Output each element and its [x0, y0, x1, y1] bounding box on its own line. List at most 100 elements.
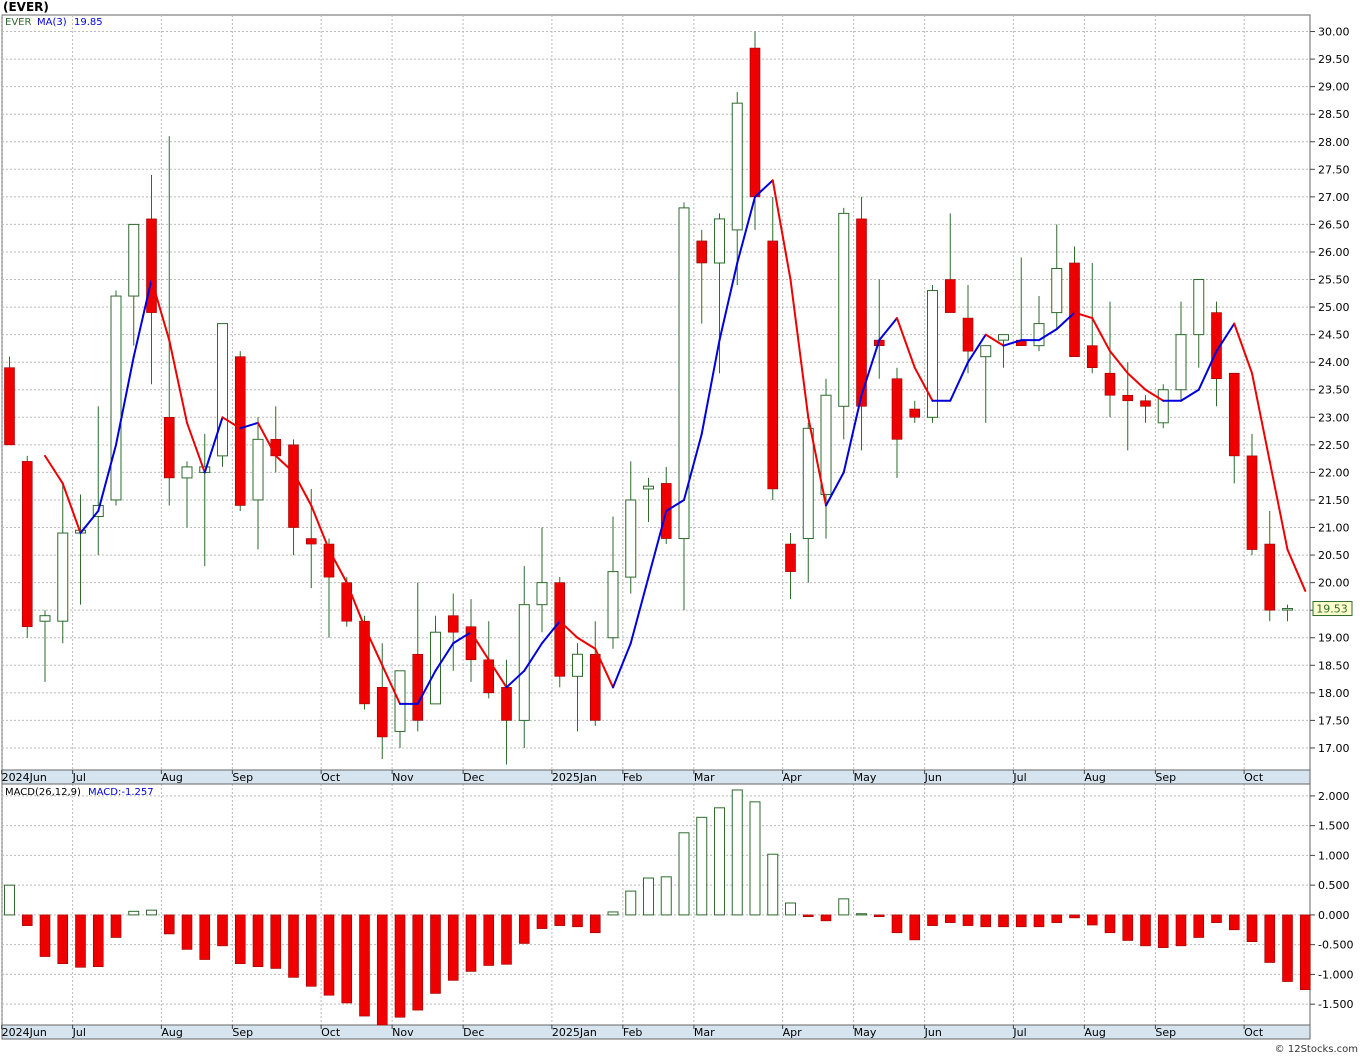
price-y-tick-label: 30.00	[1318, 26, 1350, 39]
macd-bar-positive	[856, 913, 867, 916]
macd-bar-negative	[199, 914, 211, 960]
price-x-tick-label: Aug	[1084, 771, 1105, 784]
candle	[927, 285, 938, 423]
macd-bar-positive	[749, 801, 761, 916]
candle-body-down	[1104, 372, 1116, 396]
legend-symbol: EVER	[5, 17, 31, 28]
candle-body-up	[1157, 389, 1169, 424]
macd-bar-negative	[1015, 914, 1027, 928]
macd-x-tick-label: Oct	[1244, 1026, 1264, 1039]
price-y-tick-label: 26.50	[1318, 218, 1350, 231]
macd-x-tick-label: Jun	[924, 1026, 942, 1039]
ticker-title: (EVER)	[3, 0, 49, 14]
macd-bar-negative	[110, 914, 122, 938]
macd-bar-positive	[678, 832, 690, 916]
candle-body-up	[838, 212, 850, 407]
price-y-tick-label: 22.00	[1318, 466, 1350, 479]
macd-bar-negative	[536, 914, 548, 929]
candle-body-up	[39, 615, 51, 622]
macd-bar-negative	[1211, 914, 1222, 923]
candle-body-down	[341, 582, 353, 622]
macd-bar-negative	[376, 914, 388, 1026]
candle-body-down	[447, 615, 459, 633]
macd-y-tick-label: 1.000	[1318, 849, 1350, 862]
candle-body-up	[927, 290, 938, 418]
candle-body-up	[1033, 323, 1045, 347]
macd-bar-negative	[234, 914, 246, 965]
macd-bar-negative	[217, 914, 228, 947]
macd-bar-negative	[483, 914, 495, 966]
candle-body-up	[998, 334, 1009, 341]
candle-body-up	[607, 571, 619, 639]
macd-x-tick-label: 2025Jan	[552, 1026, 597, 1039]
macd-x-tick-label: Apr	[783, 1026, 803, 1039]
candle	[1069, 246, 1080, 357]
macd-bar-negative	[1228, 914, 1240, 931]
macd-bar-positive	[731, 789, 743, 916]
macd-y-tick-label: 0.000	[1318, 909, 1350, 922]
macd-bar-negative	[1175, 914, 1187, 947]
candle-body-down	[376, 687, 388, 738]
price-y-tick-label: 20.00	[1318, 577, 1350, 590]
macd-bar-positive	[714, 807, 725, 916]
macd-bar-negative	[1140, 914, 1151, 947]
candle-body-down	[412, 653, 424, 721]
price-x-tick-label: Jun	[924, 771, 942, 784]
candle-body-down	[696, 240, 708, 264]
price-y-tick-label: 25.00	[1318, 301, 1350, 314]
macd-bar-positive	[643, 877, 654, 916]
macd-y-tick-label: 2.000	[1318, 790, 1350, 803]
price-x-tick-label: Sep	[1155, 771, 1176, 784]
macd-bar-negative	[1086, 914, 1098, 926]
macd-bar-negative	[447, 914, 459, 981]
macd-bar-negative	[909, 914, 921, 941]
price-x-axis-band	[1, 769, 1311, 785]
macd-x-axis-band	[1, 1024, 1311, 1040]
macd-bar-negative	[1033, 914, 1045, 928]
price-y-tick-label: 19.00	[1318, 632, 1350, 645]
candle-body-down	[163, 416, 175, 479]
candle-body-down	[554, 582, 566, 677]
price-y-tick-label: 18.00	[1318, 687, 1350, 700]
macd-x-tick-label: Nov	[392, 1026, 414, 1039]
macd-bar-negative	[873, 914, 885, 917]
macd-bar-negative	[21, 914, 33, 926]
macd-y-tick-label: -1.000	[1318, 968, 1353, 981]
macd-bar-negative	[252, 914, 264, 967]
price-y-tick-label: 29.50	[1318, 53, 1350, 66]
price-y-tick-label: 26.00	[1318, 246, 1350, 259]
macd-bar-negative	[1157, 914, 1169, 948]
macd-bar-negative	[270, 914, 282, 969]
candle-body-down	[305, 538, 317, 545]
candle-body-down	[501, 687, 512, 721]
macd-bar-negative	[944, 914, 956, 923]
price-y-tick-label: 27.50	[1318, 163, 1350, 176]
macd-bar-negative	[820, 914, 832, 922]
macd-bar-negative	[1264, 914, 1276, 963]
legend-macd-value: MACD:-1.257	[88, 787, 154, 798]
macd-bar-negative	[1282, 914, 1293, 982]
candle	[1157, 384, 1169, 429]
macd-x-tick-label: Dec	[463, 1026, 484, 1039]
price-y-tick-label: 21.50	[1318, 494, 1350, 507]
candle	[554, 577, 566, 688]
price-y-tick-label: 24.50	[1318, 329, 1350, 342]
macd-bar-negative	[589, 914, 601, 934]
last-price-label: 19.53	[1316, 603, 1348, 616]
stock-chart: (EVER) 2024Jun Jul Aug Sep Oct Nov Dec 2025Jan F…	[0, 0, 1360, 1056]
price-x-tick-label: Dec	[463, 771, 484, 784]
macd-bar-negative	[92, 914, 104, 967]
macd-bar-positive	[838, 898, 850, 916]
macd-bar-negative	[323, 914, 335, 996]
last-price-tag: 19.53	[1312, 601, 1353, 617]
macd-x-tick-label: 2024Jun	[2, 1026, 47, 1039]
candle-body-up	[110, 295, 122, 501]
watermark-text: © 12Stocks.com	[1275, 1044, 1358, 1055]
macd-bar-negative	[572, 914, 583, 928]
price-y-tick-label: 17.50	[1318, 714, 1350, 727]
candle-body-down	[1140, 400, 1151, 407]
candle-body-up	[731, 102, 743, 231]
macd-bar-negative	[980, 914, 992, 928]
macd-bar-negative	[181, 914, 193, 950]
macd-x-tick-label: Jul	[72, 1026, 86, 1039]
